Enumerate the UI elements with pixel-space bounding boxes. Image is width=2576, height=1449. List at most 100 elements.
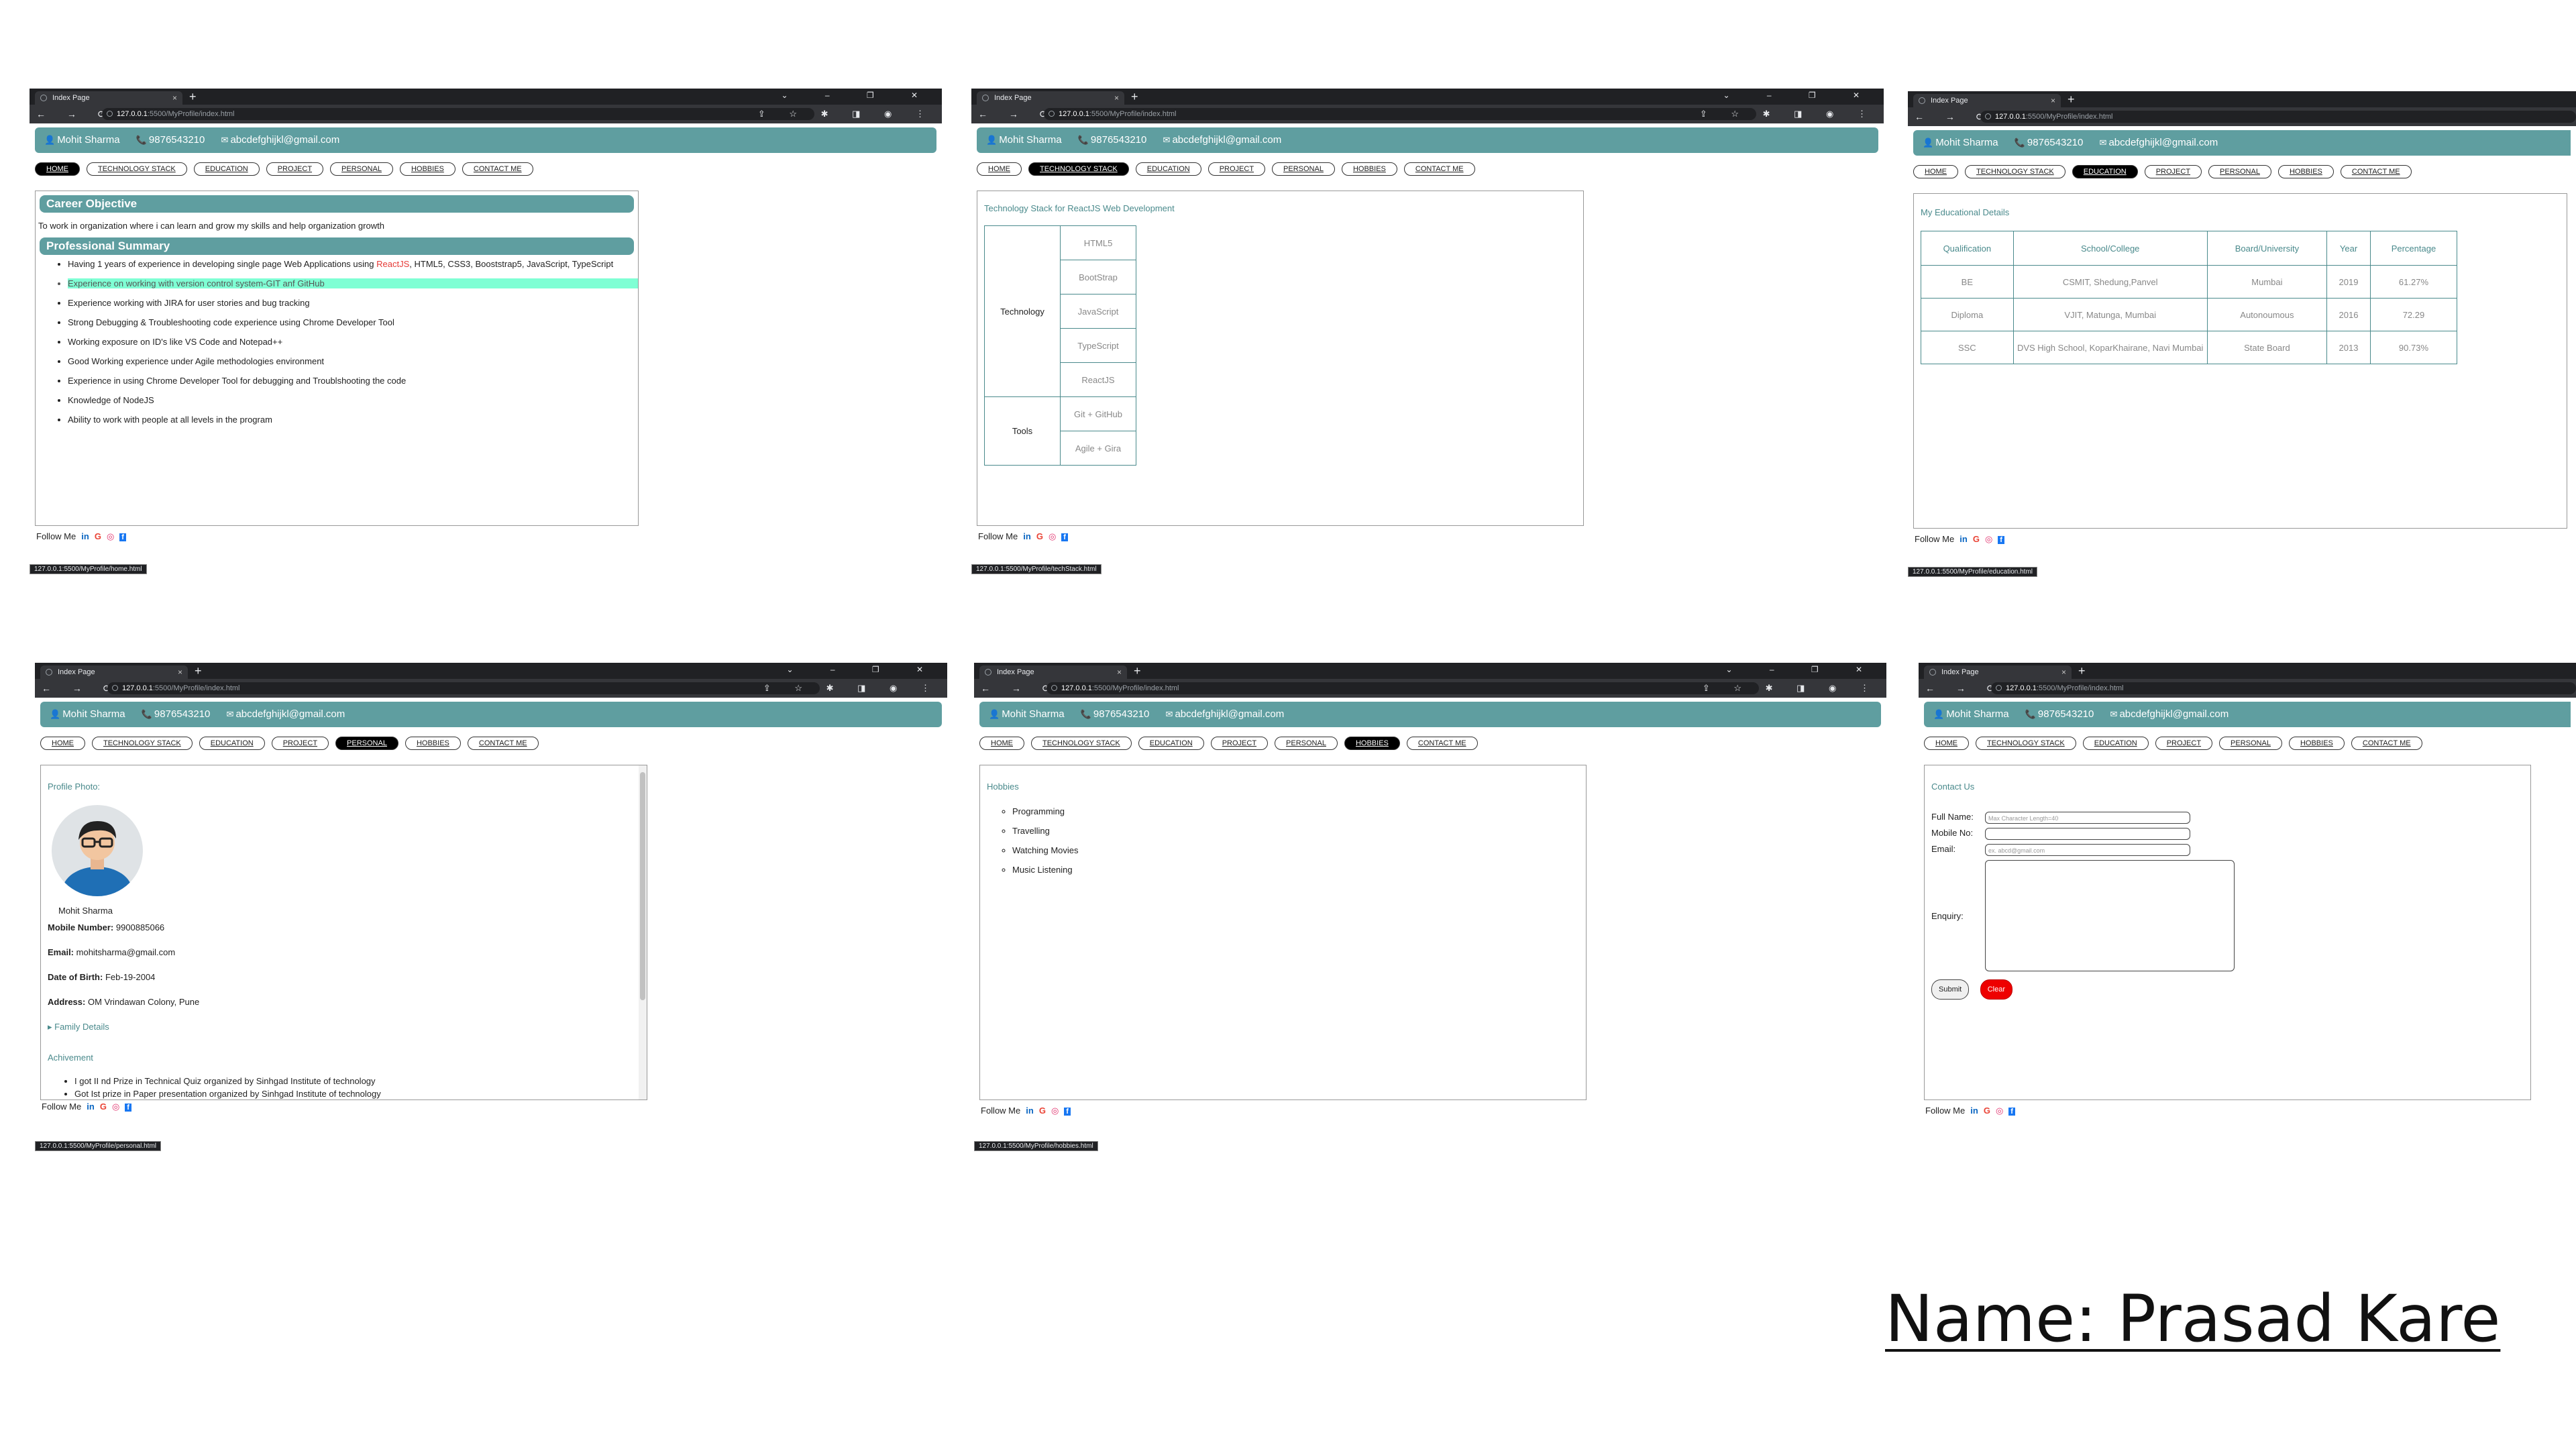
browser-tab[interactable]: Index Page × bbox=[979, 665, 1127, 679]
instagram-icon[interactable]: ◎ bbox=[1996, 1106, 2003, 1116]
nav-hobbies[interactable]: HOBBIES bbox=[399, 162, 455, 176]
instagram-icon[interactable]: ◎ bbox=[1051, 1106, 1059, 1116]
family-details-toggle[interactable]: ▸ Family Details bbox=[48, 1022, 640, 1032]
enquiry-textarea[interactable] bbox=[1985, 860, 2235, 971]
instagram-icon[interactable]: ◎ bbox=[112, 1102, 119, 1112]
facebook-icon[interactable]: f bbox=[125, 1104, 131, 1112]
nav-personal[interactable]: PERSONAL bbox=[2208, 165, 2271, 178]
new-tab-button[interactable]: + bbox=[2068, 93, 2075, 107]
window-controls[interactable]: ⌄ – ❐ ✕ bbox=[786, 665, 941, 674]
nav-contact[interactable]: CONTACT ME bbox=[462, 162, 533, 176]
nav-hobbies[interactable]: HOBBIES bbox=[2288, 737, 2345, 750]
nav-project[interactable]: PROJECT bbox=[1210, 737, 1269, 750]
clear-button[interactable]: Clear bbox=[1980, 979, 2012, 1000]
browser-tab[interactable]: Index Page × bbox=[1913, 94, 2061, 107]
google-icon[interactable]: G bbox=[95, 531, 101, 541]
new-tab-button[interactable]: + bbox=[189, 90, 197, 104]
instagram-icon[interactable]: ◎ bbox=[107, 531, 114, 541]
instagram-icon[interactable]: ◎ bbox=[1049, 531, 1056, 541]
facebook-icon[interactable]: f bbox=[1998, 536, 2004, 544]
nav-home[interactable]: HOME bbox=[979, 737, 1024, 750]
nav-project[interactable]: PROJECT bbox=[2155, 737, 2213, 750]
nav-tech[interactable]: TECHNOLOGY STACK bbox=[1976, 737, 2076, 750]
toolbar-icons[interactable]: ⇪ ☆ ✱ ◨ ◉ ⋮ bbox=[1700, 109, 1877, 119]
nav-personal[interactable]: PERSONAL bbox=[330, 162, 393, 176]
nav-home[interactable]: HOME bbox=[1913, 165, 1958, 178]
scrollbar[interactable] bbox=[639, 765, 647, 1099]
address-bar[interactable]: 127.0.0.1:5500/MyProfile/index.html bbox=[1980, 111, 2576, 123]
linkedin-icon[interactable]: in bbox=[1023, 531, 1031, 541]
nav-personal[interactable]: PERSONAL bbox=[1272, 162, 1335, 176]
instagram-icon[interactable]: ◎ bbox=[1985, 534, 1992, 544]
nav-contact[interactable]: CONTACT ME bbox=[1406, 737, 1478, 750]
nav-education[interactable]: EDUCATION bbox=[1135, 162, 1201, 176]
facebook-icon[interactable]: f bbox=[2008, 1108, 2015, 1116]
close-tab-icon[interactable]: × bbox=[172, 91, 177, 105]
nav-home[interactable]: HOME bbox=[1924, 737, 1969, 750]
linkedin-icon[interactable]: in bbox=[81, 531, 89, 541]
nav-contact[interactable]: CONTACT ME bbox=[467, 737, 539, 750]
nav-tech[interactable]: TECHNOLOGY STACK bbox=[1031, 737, 1132, 750]
address-bar[interactable]: 127.0.0.1:5500/MyProfile/index.html bbox=[102, 108, 814, 120]
nav-home[interactable]: HOME bbox=[35, 162, 80, 176]
facebook-icon[interactable]: f bbox=[119, 533, 126, 541]
linkedin-icon[interactable]: in bbox=[1970, 1106, 1978, 1116]
scrollbar-thumb[interactable] bbox=[640, 772, 645, 1000]
nav-education[interactable]: EDUCATION bbox=[2082, 737, 2149, 750]
toolbar-icons[interactable]: ⇪ ☆ ✱ ◨ ◉ ⋮ bbox=[1703, 683, 1880, 694]
facebook-icon[interactable]: f bbox=[1061, 533, 1068, 541]
google-icon[interactable]: G bbox=[1984, 1106, 1990, 1116]
new-tab-button[interactable]: + bbox=[2078, 664, 2086, 678]
google-icon[interactable]: G bbox=[1973, 534, 1980, 544]
google-icon[interactable]: G bbox=[100, 1102, 107, 1112]
nav-education[interactable]: EDUCATION bbox=[193, 162, 260, 176]
email-input[interactable]: ex. abcd@gmail.com bbox=[1985, 844, 2190, 856]
nav-personal[interactable]: PERSONAL bbox=[335, 737, 398, 750]
window-controls[interactable]: ⌄ – ❐ ✕ bbox=[1723, 91, 1877, 100]
close-tab-icon[interactable]: × bbox=[1114, 91, 1119, 105]
nav-contact[interactable]: CONTACT ME bbox=[2340, 165, 2412, 178]
nav-project[interactable]: PROJECT bbox=[2144, 165, 2202, 178]
window-controls[interactable]: ⌄ – ❐ ✕ bbox=[781, 91, 935, 100]
nav-hobbies[interactable]: HOBBIES bbox=[2277, 165, 2334, 178]
address-bar[interactable]: 127.0.0.1:5500/MyProfile/index.html bbox=[1046, 682, 1759, 694]
toolbar-icons[interactable]: ⇪ ☆ ✱ ◨ ◉ ⋮ bbox=[758, 109, 935, 119]
nav-hobbies[interactable]: HOBBIES bbox=[405, 737, 461, 750]
new-tab-button[interactable]: + bbox=[1134, 664, 1141, 678]
address-bar[interactable]: 127.0.0.1:5500/MyProfile/index.html bbox=[1991, 682, 2576, 694]
close-tab-icon[interactable]: × bbox=[2051, 94, 2055, 107]
nav-hobbies[interactable]: HOBBIES bbox=[1344, 737, 1400, 750]
browser-tab[interactable]: Index Page × bbox=[977, 91, 1124, 105]
new-tab-button[interactable]: + bbox=[1131, 90, 1138, 104]
browser-tab[interactable]: Index Page × bbox=[1924, 665, 2072, 679]
linkedin-icon[interactable]: in bbox=[87, 1102, 95, 1112]
nav-project[interactable]: PROJECT bbox=[1208, 162, 1266, 176]
nav-contact[interactable]: CONTACT ME bbox=[2351, 737, 2422, 750]
google-icon[interactable]: G bbox=[1036, 531, 1043, 541]
new-tab-button[interactable]: + bbox=[195, 664, 202, 678]
nav-project[interactable]: PROJECT bbox=[266, 162, 324, 176]
google-icon[interactable]: G bbox=[1039, 1106, 1046, 1116]
toolbar-icons[interactable]: ⇪ ☆ ✱ ◨ ◉ ⋮ bbox=[763, 683, 941, 694]
close-tab-icon[interactable]: × bbox=[178, 665, 182, 679]
nav-personal[interactable]: PERSONAL bbox=[1275, 737, 1338, 750]
submit-button[interactable]: Submit bbox=[1931, 979, 1970, 1000]
nav-tech[interactable]: TECHNOLOGY STACK bbox=[1965, 165, 2065, 178]
nav-tech[interactable]: TECHNOLOGY STACK bbox=[1028, 162, 1129, 176]
address-bar[interactable]: 127.0.0.1:5500/MyProfile/index.html bbox=[107, 682, 820, 694]
linkedin-icon[interactable]: in bbox=[1026, 1106, 1034, 1116]
nav-home[interactable]: HOME bbox=[977, 162, 1022, 176]
nav-home[interactable]: HOME bbox=[40, 737, 85, 750]
nav-education[interactable]: EDUCATION bbox=[199, 737, 265, 750]
address-bar[interactable]: 127.0.0.1:5500/MyProfile/index.html bbox=[1044, 108, 1756, 120]
nav-education[interactable]: EDUCATION bbox=[1138, 737, 1204, 750]
window-controls[interactable]: ⌄ – ❐ ✕ bbox=[1725, 665, 1880, 674]
facebook-icon[interactable]: f bbox=[1064, 1108, 1071, 1116]
close-tab-icon[interactable]: × bbox=[1117, 665, 1122, 679]
close-tab-icon[interactable]: × bbox=[2061, 665, 2066, 679]
nav-contact[interactable]: CONTACT ME bbox=[1403, 162, 1475, 176]
nav-personal[interactable]: PERSONAL bbox=[2219, 737, 2282, 750]
nav-tech[interactable]: TECHNOLOGY STACK bbox=[92, 737, 193, 750]
nav-tech[interactable]: TECHNOLOGY STACK bbox=[87, 162, 187, 176]
fullname-input[interactable]: Max Character Length=40 bbox=[1985, 812, 2190, 824]
